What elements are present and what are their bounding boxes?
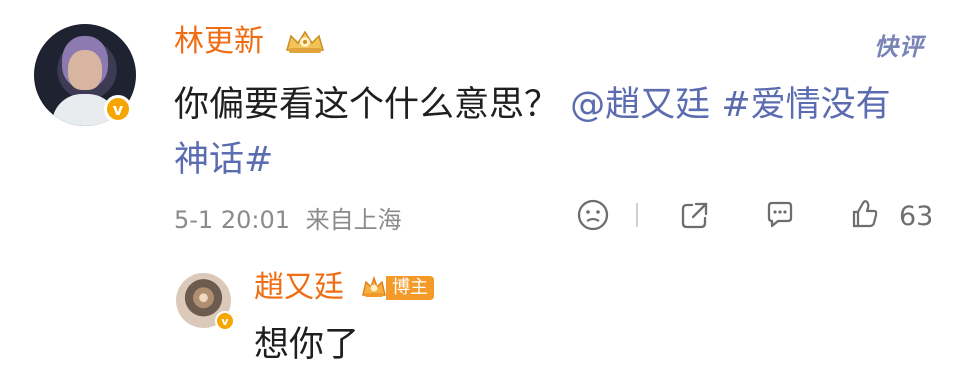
host-crown-icon xyxy=(362,275,386,297)
timestamp: 5-1 20:01 xyxy=(174,206,290,234)
mention-link[interactable]: @趙又廷 xyxy=(570,85,710,125)
action-divider xyxy=(636,203,638,227)
like-count[interactable]: 63 xyxy=(899,201,933,232)
comment-icon[interactable] xyxy=(763,198,797,232)
main-username[interactable]: 林更新 xyxy=(174,27,264,57)
reply-verified-badge: v xyxy=(215,311,235,331)
host-label: 博主 xyxy=(386,276,434,300)
hashtag-link-part2[interactable]: 神话# xyxy=(174,140,273,180)
comment-body: 你偏要看这个什么意思？ @趙又廷 #爱情没有 神话# xyxy=(174,78,914,189)
verified-badge: v xyxy=(104,95,132,123)
thumb-up-icon[interactable] xyxy=(847,197,881,231)
hashtag-link-part1[interactable]: #爱情没有 xyxy=(721,85,890,125)
share-icon[interactable] xyxy=(678,198,712,232)
comment-meta: 5-1 20:01 来自上海 xyxy=(174,200,402,235)
location: 来自上海 xyxy=(305,206,402,234)
reply-username[interactable]: 趙又廷 xyxy=(254,273,344,303)
quick-reply-button[interactable]: 快评 xyxy=(874,27,924,62)
reply-text: 想你了 xyxy=(254,325,360,365)
comment-text-prefix: 你偏要看这个什么意思？ xyxy=(174,85,560,125)
host-badge: 博主 xyxy=(360,274,434,302)
crown-icon xyxy=(286,30,324,53)
sad-face-icon[interactable] xyxy=(576,198,610,232)
